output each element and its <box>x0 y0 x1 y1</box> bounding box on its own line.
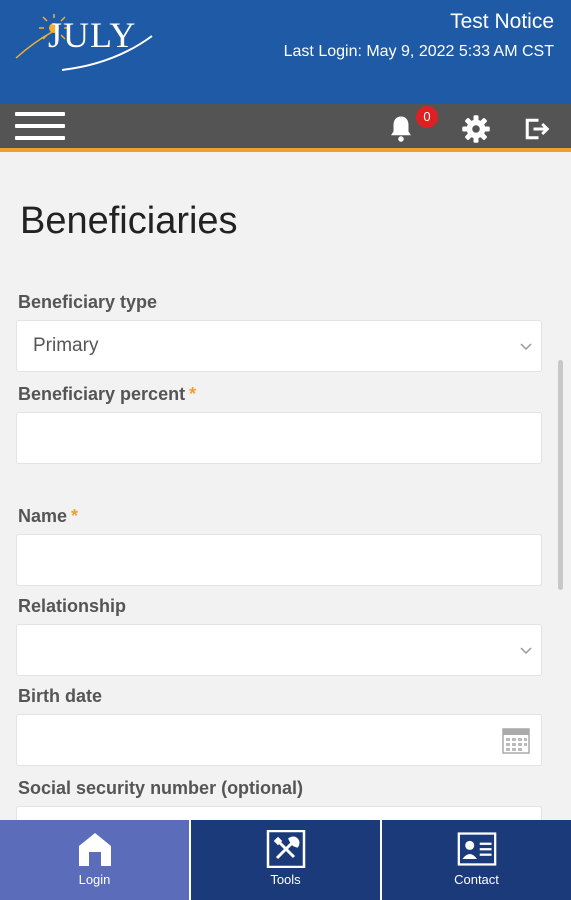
logout-icon[interactable] <box>521 114 551 144</box>
relationship-select[interactable] <box>16 624 542 676</box>
page-title: Beneficiaries <box>20 200 238 242</box>
beneficiary-type-label: Beneficiary type <box>18 292 157 313</box>
birth-date-input[interactable] <box>16 714 542 766</box>
nav-label-login: Login <box>78 872 111 887</box>
beneficiary-percent-label-text: Beneficiary percent <box>18 384 186 404</box>
main-content: Beneficiaries Beneficiary type Primary B… <box>0 156 571 820</box>
nav-label-contact: Contact <box>454 872 499 887</box>
app-header: JULY Test Notice Last Login: May 9, 2022… <box>0 0 571 104</box>
required-asterisk: * <box>189 384 197 404</box>
calendar-icon[interactable] <box>501 725 531 755</box>
required-asterisk: * <box>71 506 79 526</box>
beneficiary-percent-input[interactable] <box>16 412 542 464</box>
ssn-label-text: Social security number (optional) <box>18 778 304 798</box>
relationship-label-text: Relationship <box>18 596 127 616</box>
nav-item-contact[interactable]: Contact <box>382 820 571 900</box>
name-label-text: Name <box>18 506 68 526</box>
bottom-nav: Login Tools Contact <box>0 820 571 900</box>
bell-icon[interactable] <box>386 114 416 144</box>
birth-date-label-text: Birth date <box>18 686 103 706</box>
home-icon <box>78 833 111 866</box>
nav-item-login[interactable]: Login <box>0 820 191 900</box>
chevron-down-icon <box>520 647 532 655</box>
contact-card-icon <box>457 832 496 866</box>
beneficiary-type-value: Primary <box>33 335 99 356</box>
beneficiary-percent-label: Beneficiary percent * <box>18 384 196 405</box>
scrollbar[interactable] <box>558 360 563 590</box>
beneficiary-type-label-text: Beneficiary type <box>18 292 158 312</box>
gear-icon[interactable] <box>461 114 491 144</box>
toolbar <box>0 104 571 152</box>
birth-date-label: Birth date <box>18 686 102 707</box>
ssn-label: Social security number (optional) <box>18 778 303 799</box>
name-label: Name * <box>18 506 78 527</box>
ssn-input[interactable] <box>16 806 542 820</box>
relationship-label: Relationship <box>18 596 126 617</box>
chevron-down-icon <box>520 343 532 351</box>
logo-text: JULY <box>48 15 137 55</box>
notice-text: Test Notice <box>450 10 554 33</box>
tools-icon <box>266 830 305 868</box>
notification-badge: 0 <box>416 106 438 128</box>
name-input[interactable] <box>16 534 542 586</box>
nav-label-tools: Tools <box>270 872 301 887</box>
beneficiary-type-select[interactable]: Primary <box>16 320 542 372</box>
last-login-text: Last Login: May 9, 2022 5:33 AM CST <box>283 43 554 60</box>
nav-item-tools[interactable]: Tools <box>191 820 382 900</box>
menu-icon[interactable] <box>15 112 65 142</box>
